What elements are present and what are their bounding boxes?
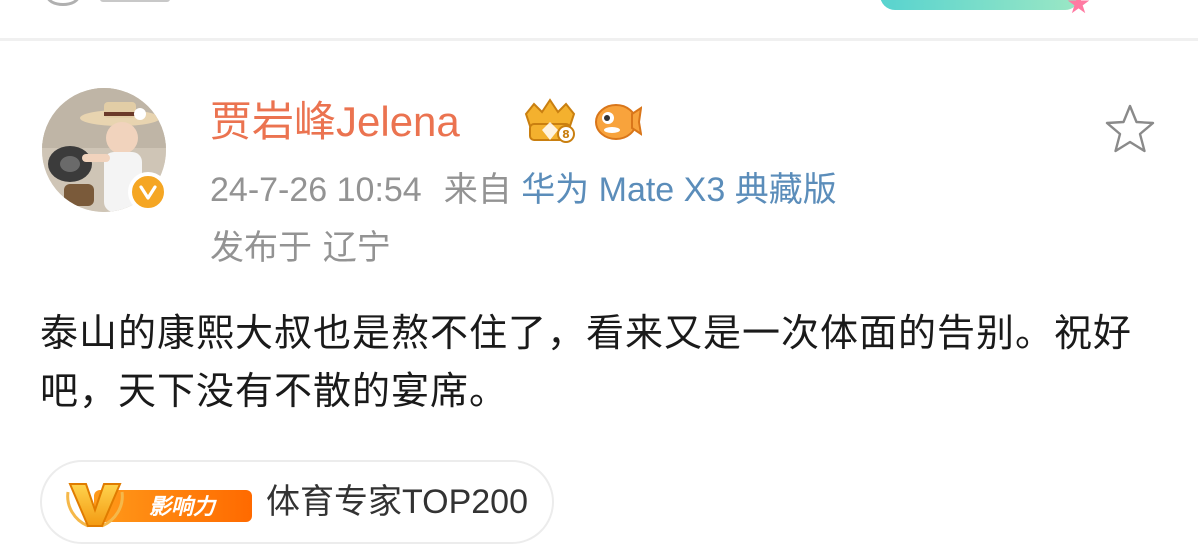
crown-level-icon[interactable]: 8 [520,96,580,146]
divider [0,38,1198,41]
username[interactable]: 贾岩峰Jelena [210,96,460,148]
top-bar: ★ [0,0,1198,40]
tag-label: 体育专家TOP200 [266,483,529,521]
influence-badge-icon: V 影响力 [66,483,252,528]
influence-badge-label: 影响力 [149,495,217,520]
post-text: 泰山的康熙大叔也是熬不住了，看来又是一次体面的告别。祝好吧，天下没有不散的宴席。 [40,311,1133,413]
top-banner-star-icon: ★ [1066,0,1092,20]
source-prefix: 来自 [443,171,512,209]
top-promo-banner[interactable] [880,0,1080,10]
post-meta: 24-7-26 10:54 来自 华为 Mate X3 典藏版 [210,166,837,214]
top-cropped-label [100,0,170,2]
influence-tag[interactable]: V 影响力 体育专家TOP200 [40,460,554,544]
fish-badge-icon[interactable] [592,98,642,144]
top-cropped-icon[interactable] [46,0,80,6]
device-link[interactable]: 华为 Mate X3 典藏版 [521,171,837,209]
location: 发布于 辽宁 [210,228,391,268]
svg-text:8: 8 [562,128,570,141]
star-icon[interactable] [1100,100,1160,160]
timestamp: 24-7-26 10:54 [210,171,422,209]
verified-icon [128,172,168,212]
